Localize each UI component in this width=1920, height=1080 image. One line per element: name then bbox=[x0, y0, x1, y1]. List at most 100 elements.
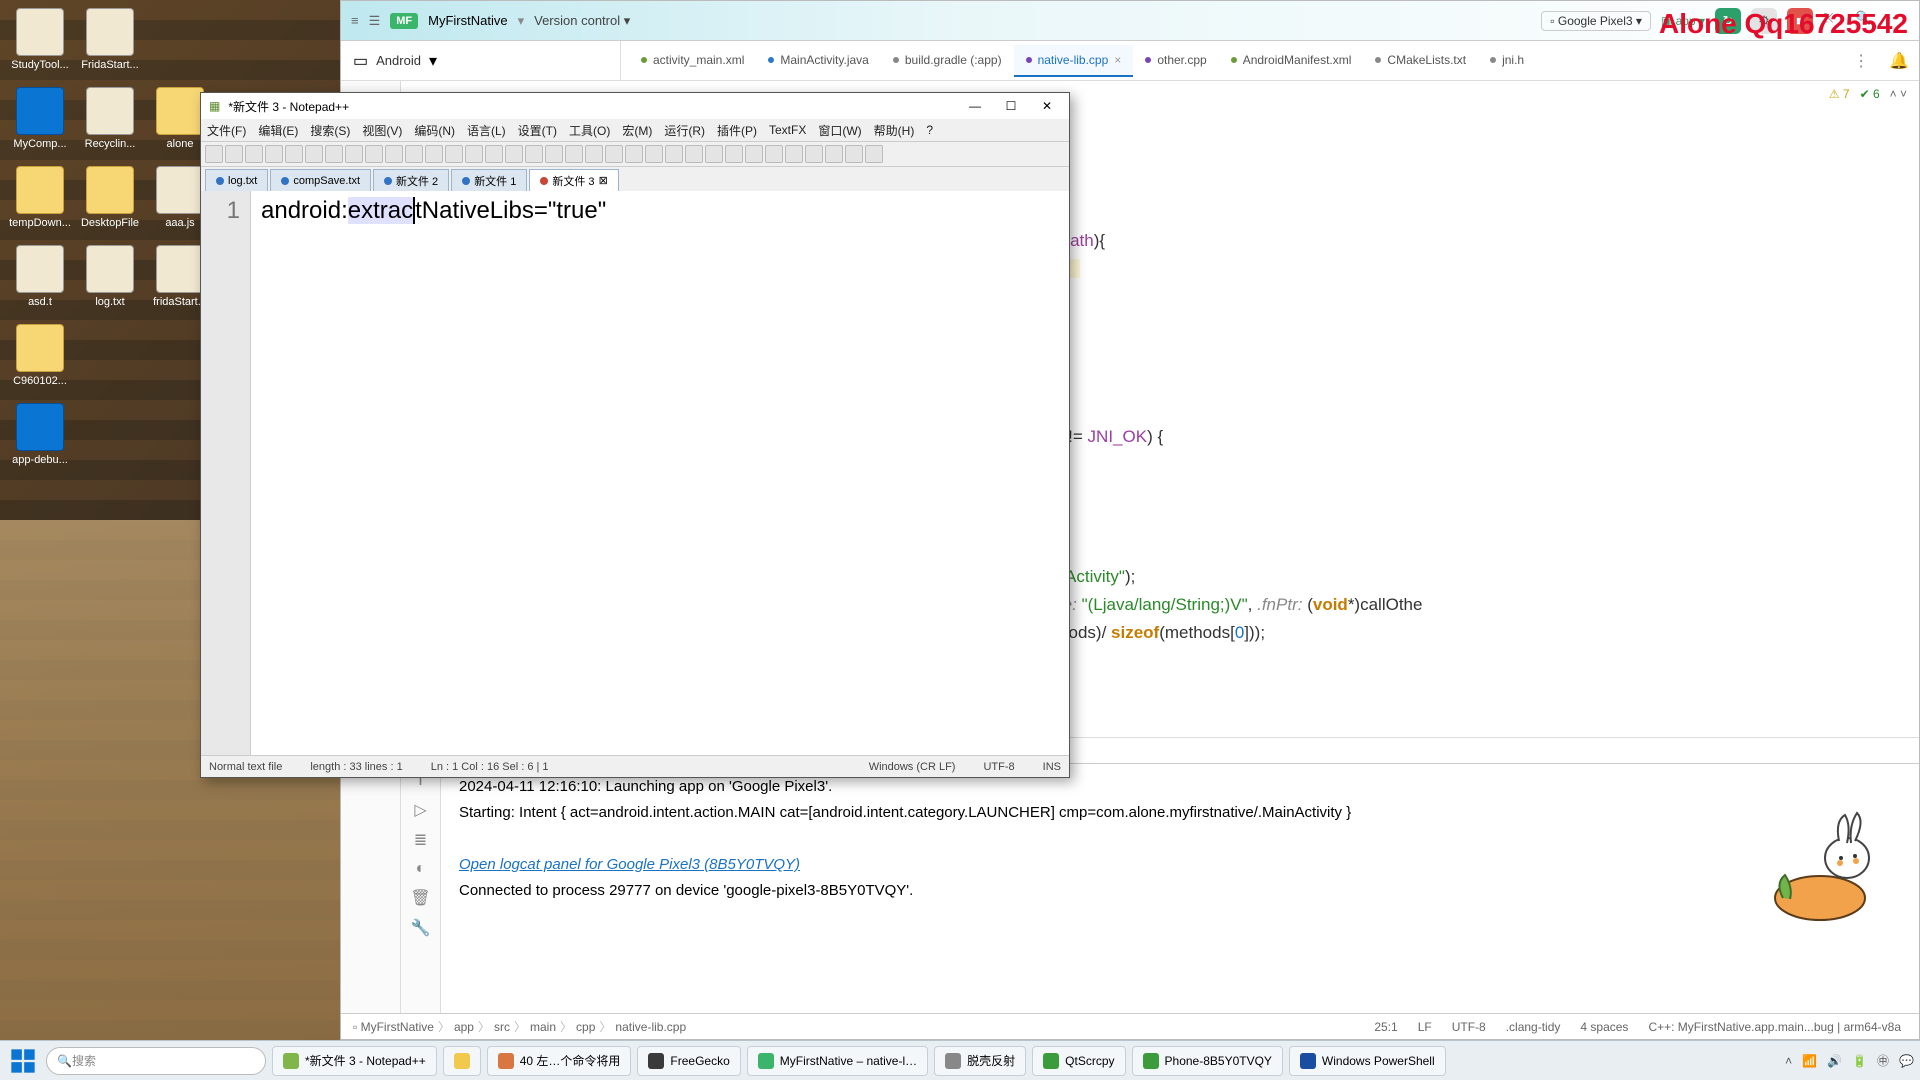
breadcrumb[interactable]: ▫ MyFirstNative〉app〉src〉main〉cpp〉native-… bbox=[353, 1018, 686, 1035]
menu-item[interactable]: 搜索(S) bbox=[310, 122, 350, 139]
npp-tab[interactable]: 新文件 1 bbox=[451, 169, 527, 191]
taskbar-item[interactable]: 40 左…个命令将用 bbox=[487, 1046, 632, 1076]
menu-item[interactable]: 宏(M) bbox=[622, 122, 652, 139]
menu-item[interactable]: 工具(O) bbox=[569, 122, 610, 139]
desktop-icon[interactable]: StudyTool... bbox=[8, 8, 72, 71]
toolbar-button[interactable] bbox=[365, 145, 383, 163]
build-conf[interactable]: C++: MyFirstNative.app.main...bug | arm6… bbox=[1642, 1020, 1907, 1034]
npp-titlebar[interactable]: ▦ *新文件 3 - Notepad++ ― ☐ ✕ bbox=[201, 93, 1069, 119]
taskbar-item[interactable]: *新文件 3 - Notepad++ bbox=[272, 1046, 437, 1076]
logcat-link[interactable]: Open logcat panel for Google Pixel3 (8B5… bbox=[459, 852, 1901, 878]
toolbar-button[interactable] bbox=[485, 145, 503, 163]
taskbar-item[interactable] bbox=[443, 1046, 481, 1076]
menu-item[interactable]: ? bbox=[926, 123, 933, 137]
editor-tab[interactable]: AndroidManifest.xml bbox=[1219, 45, 1364, 77]
desktop-icon[interactable]: C960102... bbox=[8, 324, 72, 387]
toolbar-button[interactable] bbox=[285, 145, 303, 163]
toolbar-button[interactable] bbox=[345, 145, 363, 163]
desktop-icon[interactable]: Recyclin... bbox=[78, 87, 142, 150]
ime-icon[interactable]: ㊥ bbox=[1877, 1052, 1889, 1069]
ide-menu-icon[interactable]: ≡ bbox=[351, 13, 359, 28]
toolbar-button[interactable] bbox=[505, 145, 523, 163]
taskbar-item[interactable]: Windows PowerShell bbox=[1289, 1046, 1446, 1076]
taskbar-item[interactable]: FreeGecko bbox=[637, 1046, 740, 1076]
device-selector[interactable]: ▫ Google Pixel3 ▾ bbox=[1541, 11, 1651, 31]
toolbar-button[interactable] bbox=[745, 145, 763, 163]
volume-icon[interactable]: 🔊 bbox=[1827, 1054, 1842, 1068]
vcs-menu[interactable]: Version control ▾ bbox=[534, 13, 630, 29]
toolbar-button[interactable] bbox=[325, 145, 343, 163]
menu-item[interactable]: TextFX bbox=[769, 123, 806, 137]
menu-item[interactable]: 窗口(W) bbox=[818, 122, 861, 139]
toolbar-button[interactable] bbox=[625, 145, 643, 163]
toolbar-button[interactable] bbox=[725, 145, 743, 163]
editor-tab[interactable]: other.cpp bbox=[1133, 45, 1218, 77]
desktop-icon[interactable]: MyComp... bbox=[8, 87, 72, 150]
lint[interactable]: .clang-tidy bbox=[1500, 1020, 1567, 1034]
menu-item[interactable]: 运行(R) bbox=[664, 122, 705, 139]
toolbar-button[interactable] bbox=[305, 145, 323, 163]
npp-tab[interactable]: 新文件 2 bbox=[373, 169, 449, 191]
toolbar-button[interactable] bbox=[705, 145, 723, 163]
menu-item[interactable]: 编辑(E) bbox=[258, 122, 298, 139]
toolbar-button[interactable] bbox=[465, 145, 483, 163]
toolbar-button[interactable] bbox=[385, 145, 403, 163]
toolbar-button[interactable] bbox=[665, 145, 683, 163]
toolbar-button[interactable] bbox=[425, 145, 443, 163]
menu-item[interactable]: 视图(V) bbox=[362, 122, 402, 139]
desktop-icon[interactable] bbox=[148, 8, 212, 71]
toolbar-button[interactable] bbox=[445, 145, 463, 163]
desktop-icon[interactable]: tempDown... bbox=[8, 166, 72, 229]
wrench-tool-icon[interactable]: 🔧 bbox=[411, 918, 431, 938]
menu-item[interactable]: 编码(N) bbox=[414, 122, 455, 139]
npp-tab[interactable]: log.txt bbox=[205, 169, 268, 191]
play-tool-icon[interactable]: ▷ bbox=[414, 800, 426, 820]
toolbar-button[interactable] bbox=[525, 145, 543, 163]
chevron-up-icon[interactable]: ˄ bbox=[1785, 1054, 1792, 1068]
maximize-button[interactable]: ☐ bbox=[997, 99, 1025, 113]
settings-tool-icon[interactable]: ◐ bbox=[416, 860, 426, 878]
taskbar-item[interactable]: MyFirstNative – native-l… bbox=[747, 1046, 928, 1076]
filter-tool-icon[interactable]: ≣ bbox=[414, 830, 427, 850]
editor-tab[interactable]: CMakeLists.txt bbox=[1363, 45, 1478, 77]
toolbar-button[interactable] bbox=[265, 145, 283, 163]
desktop-icon[interactable]: DesktopFile bbox=[78, 166, 142, 229]
editor-tab[interactable]: native-lib.cpp× bbox=[1014, 45, 1134, 77]
toolbar-button[interactable] bbox=[545, 145, 563, 163]
editor-tab[interactable]: activity_main.xml bbox=[629, 45, 756, 77]
toolbar-button[interactable] bbox=[585, 145, 603, 163]
encoding[interactable]: UTF-8 bbox=[1446, 1020, 1492, 1034]
project-name[interactable]: MyFirstNative bbox=[428, 13, 507, 28]
toolbar-button[interactable] bbox=[685, 145, 703, 163]
indent[interactable]: 4 spaces bbox=[1574, 1020, 1634, 1034]
toolbar-button[interactable] bbox=[845, 145, 863, 163]
toolbar-button[interactable] bbox=[605, 145, 623, 163]
taskbar-item[interactable]: QtScrcpy bbox=[1032, 1046, 1125, 1076]
taskbar-search[interactable]: 🔍 搜索 bbox=[46, 1047, 266, 1075]
network-icon[interactable]: 📶 bbox=[1802, 1054, 1817, 1068]
desktop-icon[interactable]: asd.t bbox=[8, 245, 72, 308]
desktop-icon[interactable]: FridaStart... bbox=[78, 8, 142, 71]
system-tray[interactable]: ˄ 📶 🔊 🔋 ㊥ 💬 bbox=[1785, 1052, 1914, 1069]
caret-pos[interactable]: 25:1 bbox=[1368, 1020, 1403, 1034]
battery-icon[interactable]: 🔋 bbox=[1852, 1054, 1867, 1068]
npp-tab[interactable]: 新文件 3 ⊠ bbox=[529, 169, 618, 191]
line-sep[interactable]: LF bbox=[1412, 1020, 1438, 1034]
project-view-selector[interactable]: ▭Android▾ bbox=[341, 41, 621, 80]
taskbar-item[interactable]: Phone-8B5Y0TVQY bbox=[1132, 1046, 1283, 1076]
toolbar-button[interactable] bbox=[805, 145, 823, 163]
toolbar-button[interactable] bbox=[565, 145, 583, 163]
close-tab-icon[interactable]: × bbox=[1114, 53, 1121, 67]
menu-item[interactable]: 插件(P) bbox=[717, 122, 757, 139]
desktop-icon[interactable] bbox=[78, 324, 142, 387]
trash-tool-icon[interactable]: 🗑 bbox=[410, 888, 430, 908]
taskbar-item[interactable]: 脱壳反射 bbox=[934, 1046, 1026, 1076]
toolbar-button[interactable] bbox=[225, 145, 243, 163]
desktop-icon[interactable]: log.txt bbox=[78, 245, 142, 308]
toolbar-button[interactable] bbox=[245, 145, 263, 163]
close-button[interactable]: ✕ bbox=[1033, 99, 1061, 113]
editor-tab[interactable]: build.gradle (:app) bbox=[881, 45, 1014, 77]
toolbar-button[interactable] bbox=[865, 145, 883, 163]
npp-tab[interactable]: compSave.txt bbox=[270, 169, 371, 191]
ide-hamburger-icon[interactable]: ☰ bbox=[369, 13, 381, 29]
